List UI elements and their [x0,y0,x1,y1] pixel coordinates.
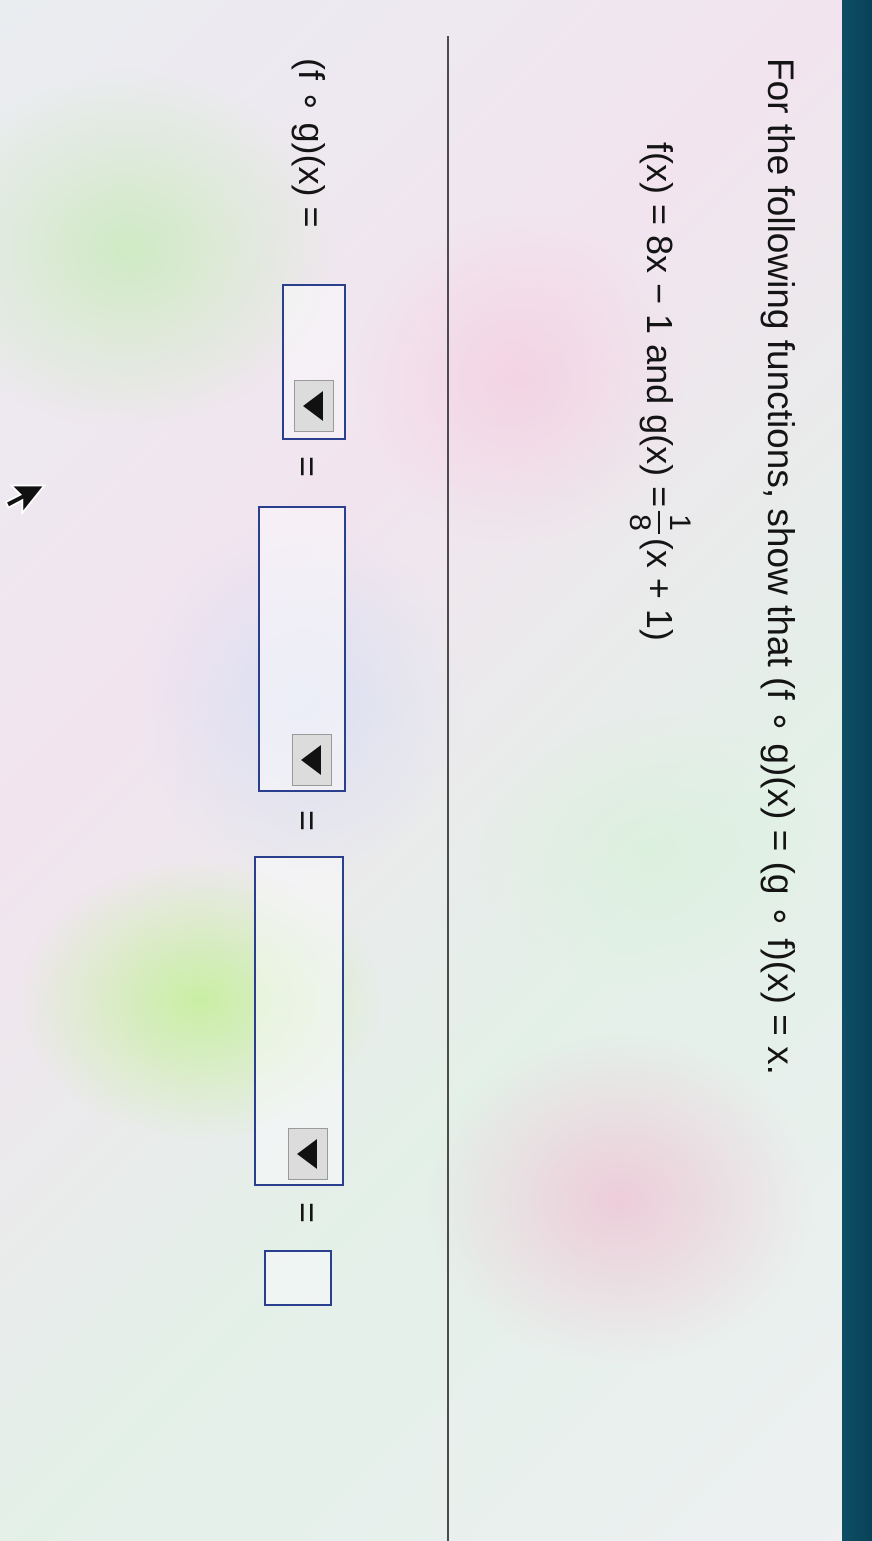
fraction-numerator: 1 [658,511,696,534]
answer-box-1[interactable] [282,284,346,440]
dropdown-arrow-icon[interactable] [292,734,332,786]
equals-sign-1: = [287,456,328,478]
question-panel: For the following functions, show that (… [0,0,842,1541]
question-prompt: For the following functions, show that (… [760,58,801,1075]
fog-label: (f ∘ g)(x) = [291,58,332,228]
fraction-denominator: 8 [623,514,656,531]
dropdown-arrow-icon[interactable] [288,1128,328,1180]
answer-box-2[interactable] [258,506,346,792]
dropdown-arrow-icon[interactable] [294,380,334,432]
divider-line [447,36,449,1541]
fraction-one-eighth: 1 8 [623,511,696,534]
answer-box-3[interactable] [254,856,344,1186]
given-lead: f(x) = 8x − 1 and g(x) = [639,142,680,508]
equals-sign-2: = [287,810,328,832]
screen-bezel [842,0,872,1541]
given-tail: (x + 1) [639,537,680,641]
given-functions: f(x) = 8x − 1 and g(x) = 1 8 (x + 1) [623,142,696,641]
mouse-cursor-icon [4,484,47,516]
answer-box-4[interactable] [264,1250,332,1306]
equals-sign-3: = [287,1202,328,1224]
